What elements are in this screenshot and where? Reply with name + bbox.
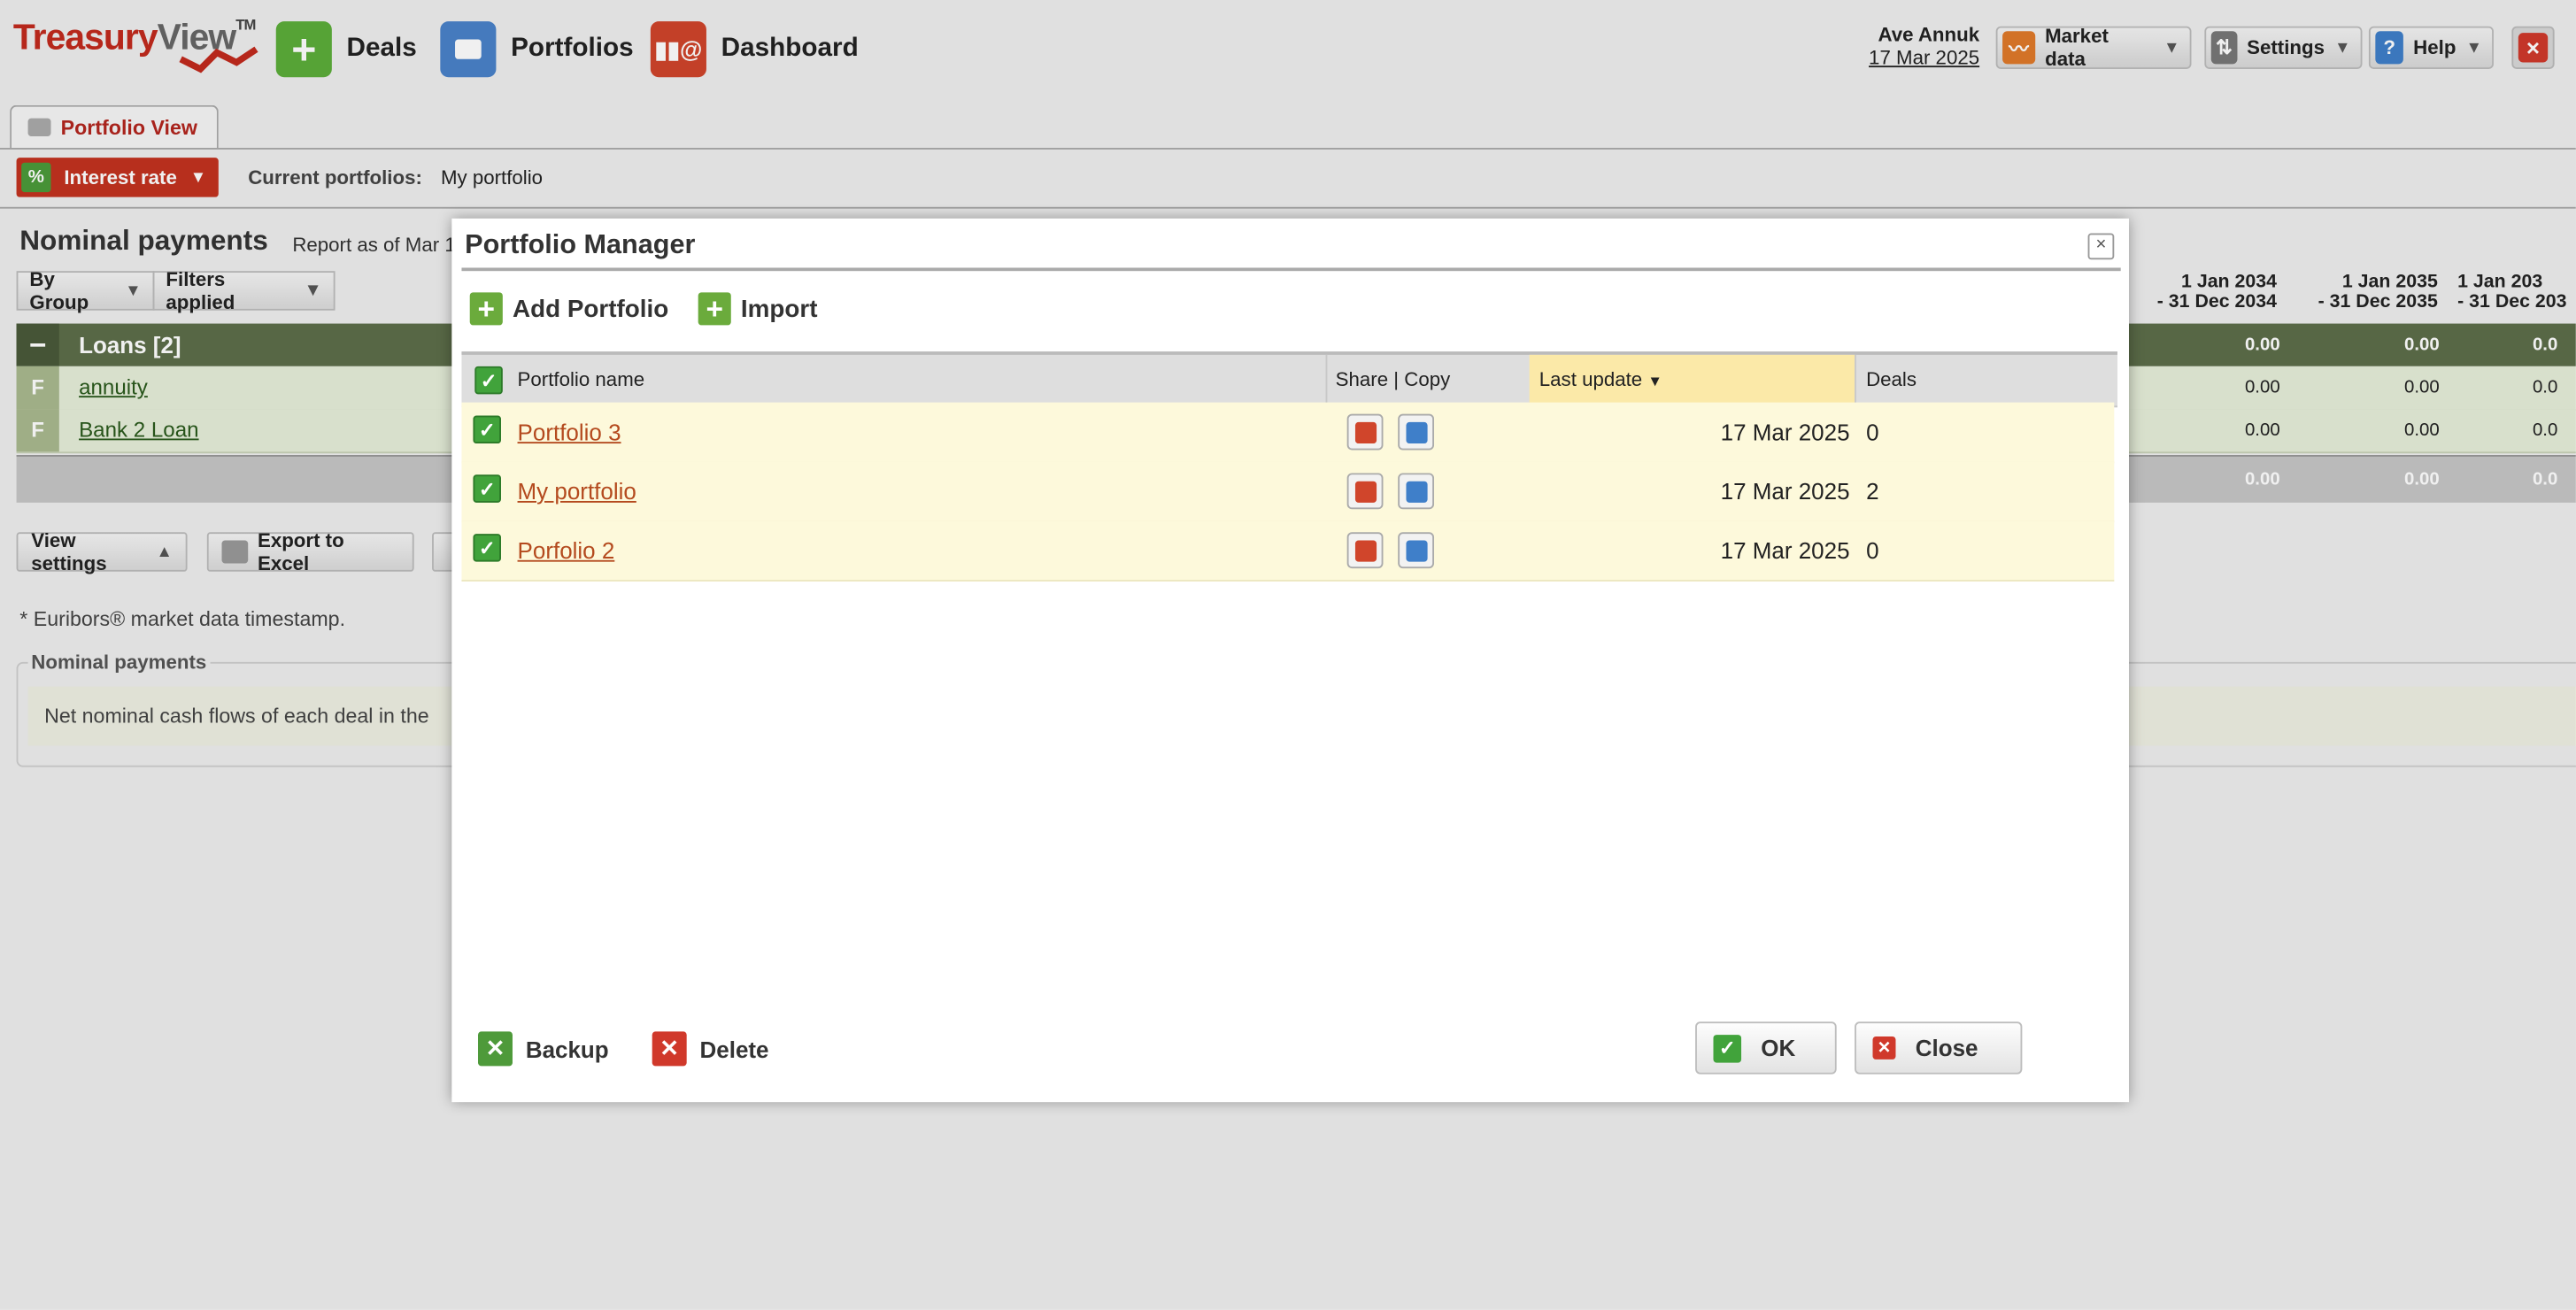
copy-button[interactable] <box>1398 473 1435 510</box>
column-last-update[interactable]: Last update ▼ <box>1539 368 1662 391</box>
check-icon: ✓ <box>1713 1034 1742 1062</box>
column-share-copy: Share | Copy <box>1335 367 1451 391</box>
ok-label: OK <box>1761 1035 1796 1061</box>
portfolio-row: ✓ Porfolio 2 17 Mar 2025 0 <box>461 520 2115 582</box>
portfolio-table-header: ✓ Portfolio name Share | Copy Last updat… <box>461 351 2117 408</box>
last-update-value: 17 Mar 2025 <box>1720 478 1850 505</box>
column-portfolio-name[interactable]: Portfolio name <box>518 368 645 391</box>
portfolio-row: ✓ Portfolio 3 17 Mar 2025 0 <box>461 402 2115 464</box>
last-update-value: 17 Mar 2025 <box>1720 536 1850 564</box>
portfolio-name-link[interactable]: Porfolio 2 <box>518 537 615 564</box>
portfolio-name-link[interactable]: Portfolio 3 <box>518 419 621 445</box>
deals-count: 0 <box>1866 419 1879 445</box>
row-checkbox[interactable]: ✓ <box>473 534 501 562</box>
deals-count: 2 <box>1866 478 1879 505</box>
portfolio-row: ✓ My portfolio 17 Mar 2025 2 <box>461 461 2115 523</box>
sort-desc-icon: ▼ <box>1647 373 1662 389</box>
ok-button[interactable]: ✓ OK <box>1695 1021 1837 1075</box>
column-divider <box>1325 354 1328 405</box>
plus-icon: + <box>698 291 731 326</box>
dialog-divider <box>461 267 2121 272</box>
row-checkbox[interactable]: ✓ <box>473 415 501 444</box>
import-button[interactable]: + Import <box>698 291 818 326</box>
backup-label: Backup <box>525 1036 609 1062</box>
row-checkbox[interactable]: ✓ <box>473 474 501 503</box>
lock-icon <box>1354 539 1377 561</box>
delete-label: Delete <box>699 1036 769 1062</box>
lock-icon <box>1354 480 1377 502</box>
plus-icon: + <box>469 291 503 326</box>
close-button[interactable]: ✕ Close <box>1855 1021 2023 1075</box>
delete-button[interactable]: ✕ Delete <box>652 1031 769 1067</box>
backup-icon: ✕ <box>478 1031 513 1067</box>
share-lock-button[interactable] <box>1346 473 1384 510</box>
delete-icon: ✕ <box>652 1031 687 1067</box>
add-portfolio-label: Add Portfolio <box>512 295 669 323</box>
column-divider <box>1855 354 1856 405</box>
portfolio-name-link[interactable]: My portfolio <box>518 478 636 505</box>
deals-count: 0 <box>1866 536 1879 564</box>
dialog-title: Portfolio Manager <box>465 229 696 260</box>
copy-icon <box>1405 420 1427 443</box>
last-update-value: 17 Mar 2025 <box>1720 419 1850 445</box>
close-icon: ✕ <box>1872 1036 1896 1060</box>
backup-button[interactable]: ✕ Backup <box>478 1031 609 1067</box>
lock-icon <box>1354 420 1377 443</box>
portfolio-manager-dialog: Portfolio Manager × + Add Portfolio + Im… <box>451 218 2129 1103</box>
import-label: Import <box>740 295 818 323</box>
share-lock-button[interactable] <box>1346 413 1384 451</box>
select-all-checkbox[interactable]: ✓ <box>474 366 503 395</box>
column-last-update-label: Last update <box>1539 367 1643 391</box>
close-label: Close <box>1915 1035 1978 1061</box>
copy-icon <box>1405 539 1427 561</box>
column-deals[interactable]: Deals <box>1866 368 1917 391</box>
copy-button[interactable] <box>1398 532 1435 569</box>
share-lock-button[interactable] <box>1346 532 1384 569</box>
add-portfolio-button[interactable]: + Add Portfolio <box>469 291 669 326</box>
dialog-close-icon[interactable]: × <box>2087 233 2115 260</box>
copy-icon <box>1405 480 1427 502</box>
copy-button[interactable] <box>1398 413 1435 451</box>
